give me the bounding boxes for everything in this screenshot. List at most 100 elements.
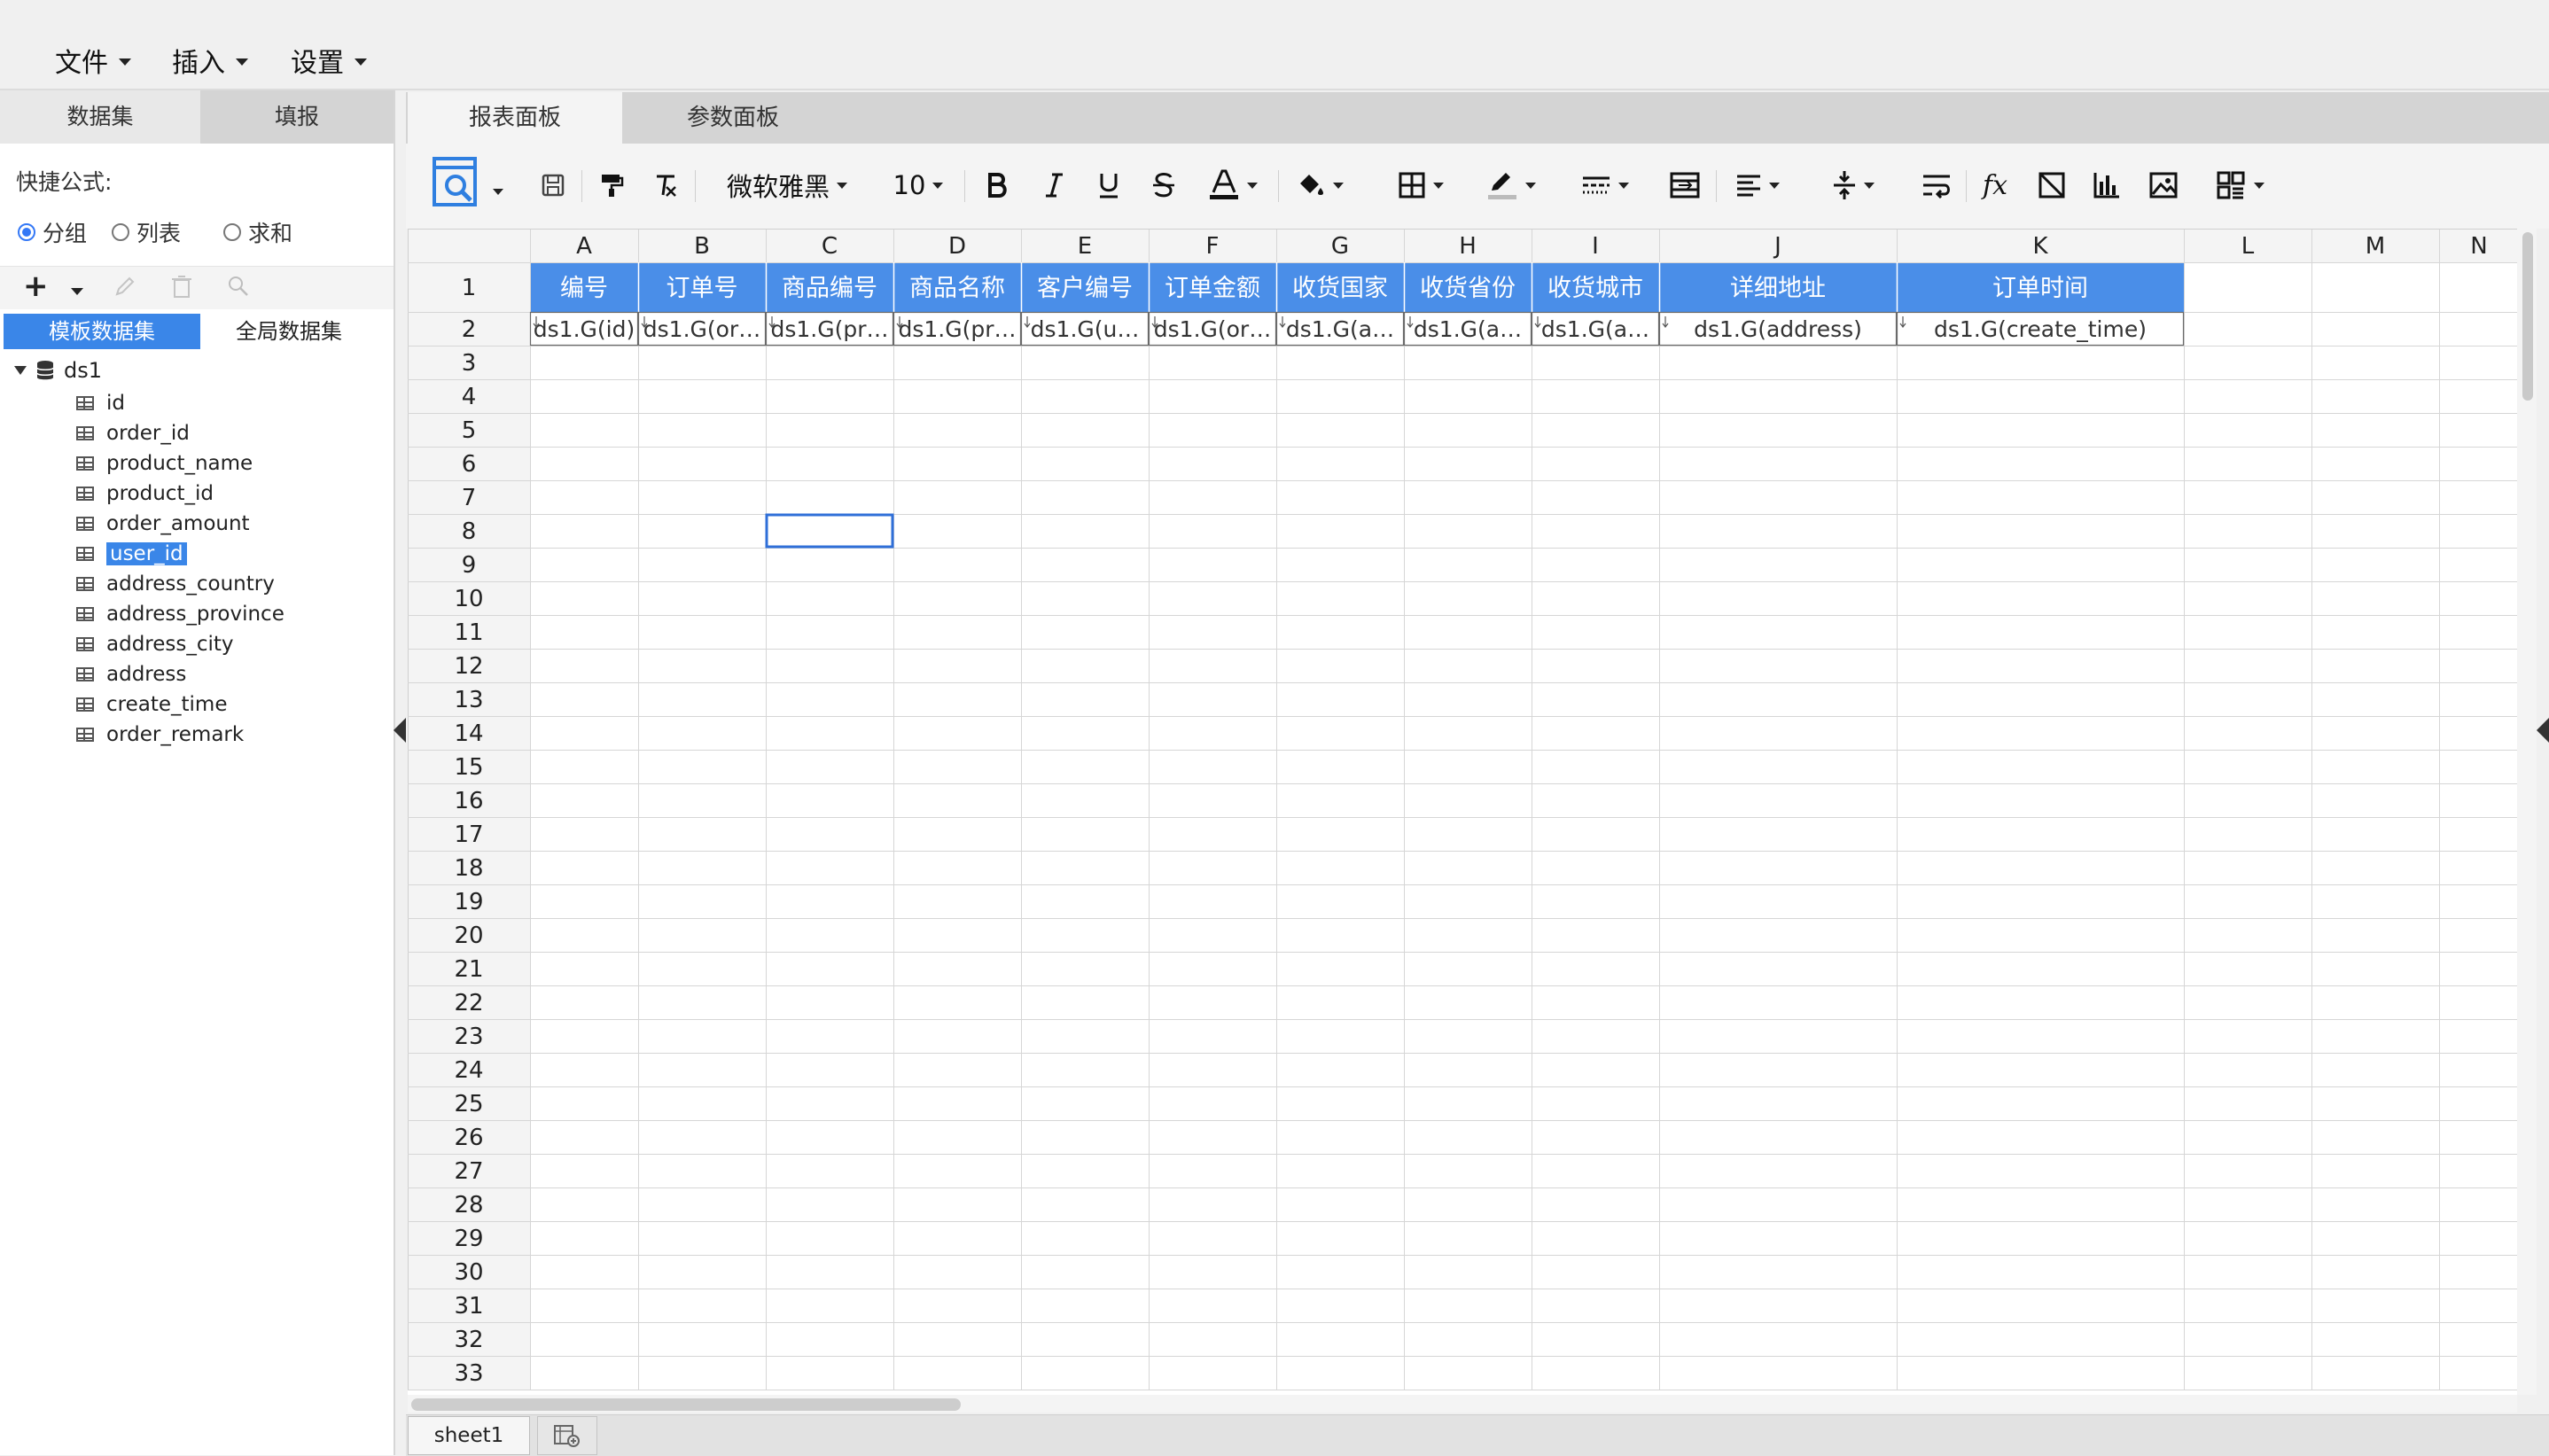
- row-header-label[interactable]: 6: [462, 451, 477, 478]
- more-tools-button[interactable]: [2205, 163, 2276, 207]
- border-button[interactable]: [1388, 163, 1454, 207]
- row-header-label[interactable]: 12: [454, 653, 483, 680]
- column-header-label[interactable]: N: [2470, 233, 2487, 260]
- delete-dataset-button[interactable]: [170, 274, 193, 306]
- binding-cell-text[interactable]: ds1.G(address): [1694, 316, 1862, 342]
- preview-button[interactable]: [425, 152, 491, 214]
- vertical-scrollbar[interactable]: [2517, 229, 2537, 1395]
- row-header-label[interactable]: 25: [454, 1091, 483, 1117]
- tree-field[interactable]: address_province: [76, 599, 285, 629]
- tab-dataset[interactable]: 数据集: [0, 90, 200, 144]
- column-header-label[interactable]: H: [1459, 233, 1477, 260]
- column-header-label[interactable]: F: [1206, 233, 1220, 260]
- edit-dataset-button[interactable]: [113, 274, 136, 305]
- insert-image-button[interactable]: [2143, 163, 2184, 207]
- binding-cell-text[interactable]: ds1.G(u…: [1031, 316, 1140, 342]
- tree-field[interactable]: product_name: [76, 448, 253, 479]
- tree-field[interactable]: address_city: [76, 629, 234, 659]
- border-style-button[interactable]: [1572, 163, 1638, 207]
- tab-global-dataset[interactable]: 全局数据集: [200, 314, 378, 349]
- radio-unchecked-icon[interactable]: [223, 223, 241, 241]
- expand-triangle-icon[interactable]: [14, 366, 27, 375]
- collapse-left-panel-handle[interactable]: [394, 718, 406, 743]
- row-header-label[interactable]: 8: [462, 518, 477, 545]
- row-header-label[interactable]: 27: [454, 1158, 483, 1185]
- tree-field[interactable]: create_time: [76, 689, 227, 720]
- underline-button[interactable]: [1088, 163, 1129, 207]
- column-header-label[interactable]: I: [1592, 233, 1599, 260]
- formula-button[interactable]: fx: [1975, 163, 2015, 207]
- menu-file[interactable]: 文件: [55, 41, 131, 80]
- add-dataset-button[interactable]: +: [23, 269, 49, 304]
- row-header-label[interactable]: 19: [454, 889, 483, 915]
- tab-report-panel[interactable]: 报表面板: [408, 92, 622, 144]
- tree-root-ds1[interactable]: ds1: [14, 358, 102, 383]
- vertical-scroll-thumb[interactable]: [2522, 232, 2533, 401]
- tab-template-dataset[interactable]: 模板数据集: [4, 314, 200, 349]
- binding-cell-text[interactable]: ds1.G(a…: [1286, 316, 1394, 342]
- strikethrough-button[interactable]: [1143, 163, 1184, 207]
- row-header-label[interactable]: 21: [454, 956, 483, 983]
- row-header-label[interactable]: 5: [462, 417, 477, 444]
- column-header-label[interactable]: L: [2241, 233, 2255, 260]
- collapse-right-panel-handle[interactable]: [2537, 718, 2549, 743]
- row-header-label[interactable]: 28: [454, 1192, 483, 1219]
- preview-dropdown[interactable]: [489, 183, 507, 200]
- tree-field[interactable]: id: [76, 388, 125, 418]
- tree-field[interactable]: address: [76, 659, 186, 689]
- binding-cell-text[interactable]: ds1.G(pr…: [770, 316, 888, 342]
- radio-checked-icon[interactable]: [18, 223, 35, 241]
- add-sheet-button[interactable]: [537, 1416, 597, 1455]
- row-header-label[interactable]: 23: [454, 1024, 483, 1050]
- row-header-label[interactable]: 32: [454, 1327, 483, 1353]
- row-header-label[interactable]: 7: [462, 485, 477, 511]
- column-header-label[interactable]: E: [1078, 233, 1092, 260]
- row-header-label[interactable]: 29: [454, 1226, 483, 1252]
- tab-fill-report[interactable]: 填报: [200, 90, 394, 144]
- row-header-label[interactable]: 30: [454, 1259, 483, 1286]
- binding-cell-text[interactable]: ds1.G(or…: [643, 316, 760, 342]
- tree-field[interactable]: order_amount: [76, 509, 250, 539]
- column-header-label[interactable]: M: [2366, 233, 2385, 260]
- horizontal-scroll-thumb[interactable]: [411, 1398, 961, 1411]
- row-header-label[interactable]: 1: [462, 275, 477, 301]
- column-header-label[interactable]: C: [822, 233, 838, 260]
- row-header-label[interactable]: 24: [454, 1057, 483, 1084]
- column-header-label[interactable]: J: [1773, 233, 1781, 260]
- tree-field[interactable]: address_country: [76, 569, 275, 599]
- row-header-label[interactable]: 17: [454, 821, 483, 848]
- radio-group-option[interactable]: 分组: [18, 216, 87, 248]
- row-header-label[interactable]: 9: [462, 552, 477, 579]
- radio-sum-option[interactable]: 求和: [223, 216, 292, 248]
- tree-field[interactable]: order_id: [76, 418, 190, 448]
- row-header-label[interactable]: 13: [454, 687, 483, 713]
- font-size-select[interactable]: 10: [883, 163, 954, 207]
- spreadsheet-grid[interactable]: A B C D E F G H I J K L M N 1 2 3 4 5 6 7 8 9 10 11 12 13 14 15 16 17 1…: [408, 229, 2517, 1395]
- vertical-align-button[interactable]: [1820, 163, 1886, 207]
- binding-cell-text[interactable]: ds1.G(pr…: [898, 316, 1016, 342]
- diagonal-line-button[interactable]: [2031, 163, 2072, 207]
- binding-cell-text[interactable]: ds1.G(create_time): [1934, 316, 2147, 342]
- column-header-label[interactable]: K: [2032, 233, 2048, 260]
- binding-cell-text[interactable]: ds1.G(a…: [1541, 316, 1649, 342]
- clear-format-button[interactable]: [647, 163, 686, 207]
- menu-settings[interactable]: 设置: [291, 41, 367, 80]
- row-header-label[interactable]: 3: [462, 350, 477, 377]
- tree-field-selected[interactable]: user_id: [76, 539, 187, 569]
- row-header-label[interactable]: 4: [462, 384, 477, 410]
- column-header-label[interactable]: A: [576, 233, 592, 260]
- format-painter-button[interactable]: [592, 163, 631, 207]
- wrap-text-button[interactable]: [1916, 163, 1957, 207]
- row-header-label[interactable]: 14: [454, 720, 483, 747]
- insert-chart-button[interactable]: [2086, 163, 2127, 207]
- row-header-label[interactable]: 20: [454, 923, 483, 949]
- column-header-label[interactable]: B: [694, 233, 710, 260]
- tree-field[interactable]: product_id: [76, 479, 214, 509]
- spreadsheet-canvas[interactable]: A B C D E F G H I J K L M N12345678910111213141516171…: [408, 229, 2517, 1395]
- row-header-label[interactable]: 15: [454, 754, 483, 781]
- add-dataset-dropdown[interactable]: [71, 284, 83, 295]
- border-color-button[interactable]: [1478, 163, 1544, 207]
- menu-insert[interactable]: 插入: [172, 41, 248, 80]
- horizontal-align-button[interactable]: [1725, 163, 1790, 207]
- binding-cell-text[interactable]: ds1.G(id): [534, 316, 635, 342]
